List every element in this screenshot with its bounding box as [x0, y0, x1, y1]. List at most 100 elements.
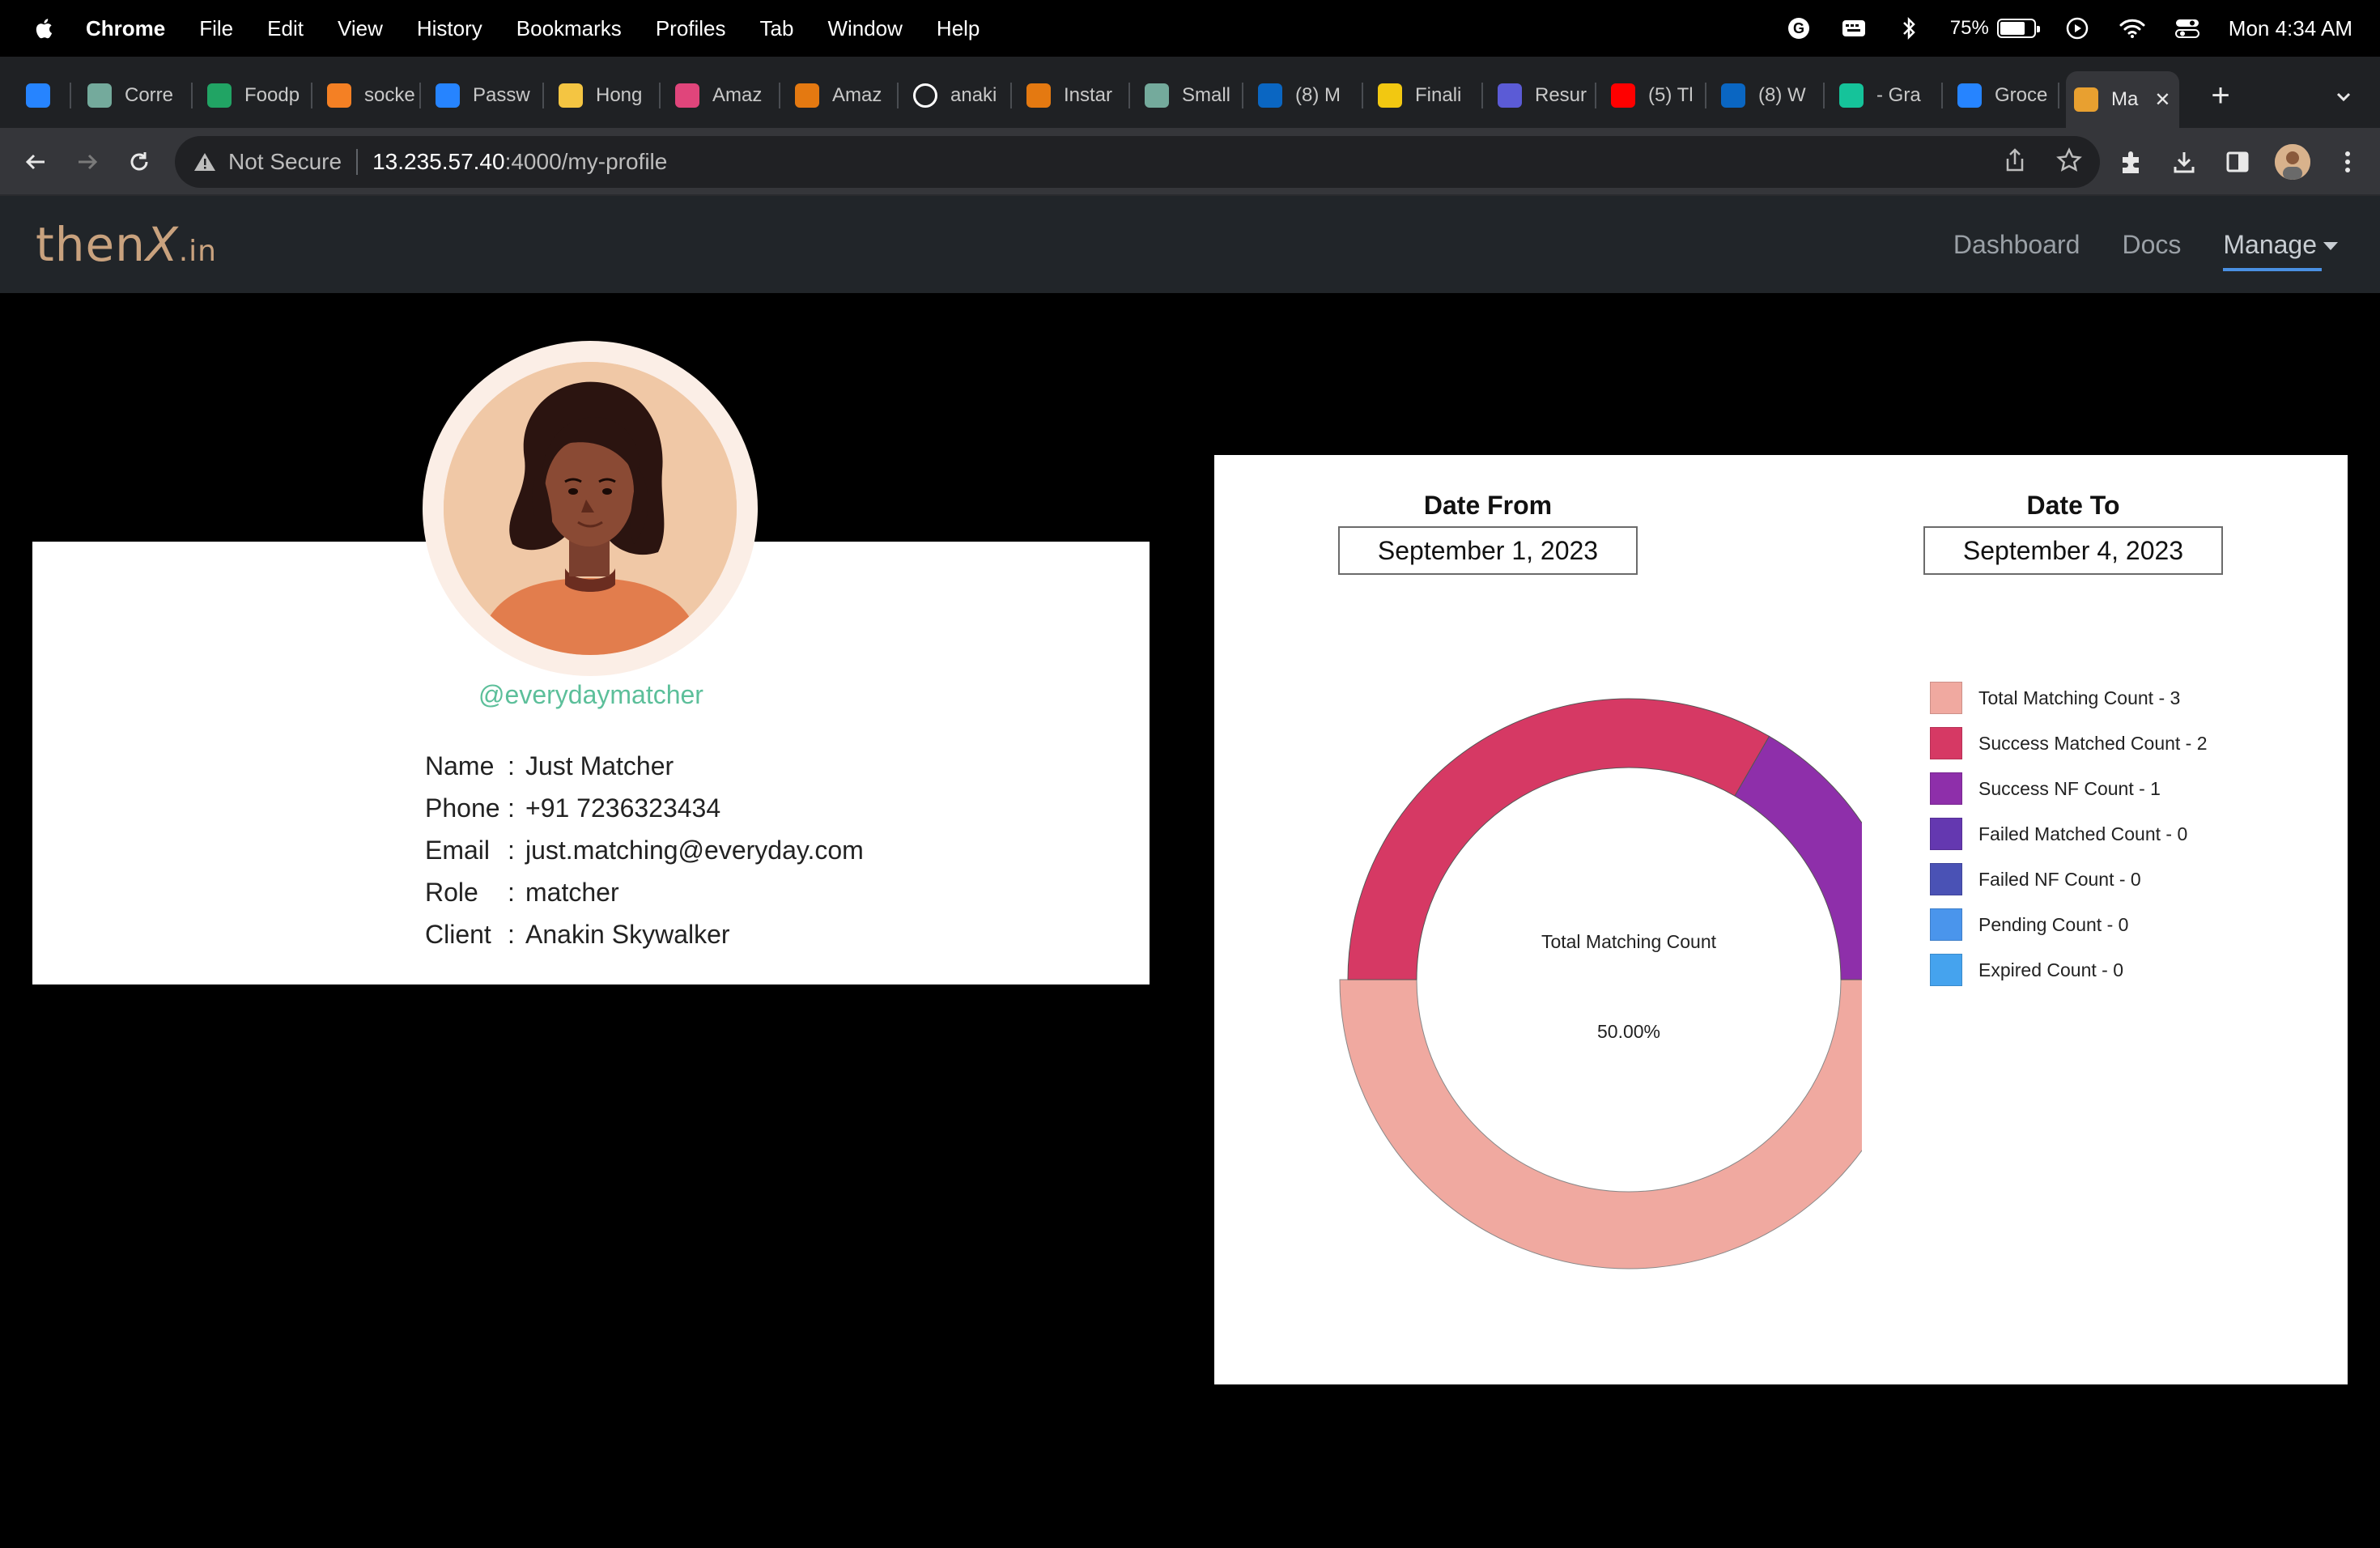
side-panel-icon[interactable]: [2221, 146, 2254, 178]
menu-profiles[interactable]: Profiles: [656, 16, 726, 41]
tab-active[interactable]: Ma ✕: [2066, 71, 2179, 128]
profile-avatar-icon[interactable]: [2275, 144, 2310, 180]
confluence-icon: [436, 83, 460, 108]
menu-bookmarks[interactable]: Bookmarks: [516, 16, 622, 41]
forward-button[interactable]: [70, 144, 105, 180]
tab-separator: [542, 83, 544, 108]
tab[interactable]: Amaz: [667, 71, 780, 120]
tab-title: Foodp: [244, 84, 300, 106]
chart-center-label: Total Matching Count: [1541, 931, 1717, 952]
field-separator: :: [508, 751, 515, 780]
legend-swatch: [1930, 727, 1962, 759]
menu-app-name[interactable]: Chrome: [86, 16, 165, 41]
tab-title: Groce: [1995, 84, 2048, 106]
tab[interactable]: Hong: [550, 71, 661, 120]
jira-icon: [26, 83, 50, 108]
tab-separator: [1705, 83, 1706, 108]
close-tab-icon[interactable]: ✕: [2154, 88, 2170, 112]
bookmark-star-icon[interactable]: [2056, 147, 2082, 173]
profile-row-role: Role: matcher: [425, 871, 864, 913]
tab-title: (5) Tl: [1648, 84, 1694, 106]
tab[interactable]: [18, 71, 71, 120]
tab[interactable]: - Gra: [1831, 71, 1943, 120]
legend-item[interactable]: Failed NF Count - 0: [1930, 857, 2208, 902]
now-playing-icon[interactable]: [2063, 16, 2091, 40]
legend-item[interactable]: Success NF Count - 1: [1930, 766, 2208, 811]
legend-item[interactable]: Expired Count - 0: [1930, 947, 2208, 993]
legend-item[interactable]: Total Matching Count - 3: [1930, 675, 2208, 721]
doughnut-slice-2[interactable]: [1734, 735, 1862, 980]
menu-help[interactable]: Help: [937, 16, 980, 41]
menu-window[interactable]: Window: [827, 16, 902, 41]
menubar-clock[interactable]: Mon 4:34 AM: [2229, 16, 2352, 41]
tab[interactable]: anaki: [905, 71, 1012, 120]
date-to-input[interactable]: September 4, 2023: [1923, 526, 2223, 575]
nav-manage-dropdown[interactable]: Manage: [2223, 230, 2338, 271]
tab[interactable]: Amaz: [787, 71, 899, 120]
tab[interactable]: Resur: [1490, 71, 1596, 120]
tab[interactable]: Groce: [1949, 71, 2059, 120]
profile-row-name: Name: Just Matcher: [425, 745, 864, 787]
chrome-menu-icon[interactable]: [2331, 146, 2364, 178]
menu-view[interactable]: View: [338, 16, 383, 41]
resume-icon: [1498, 83, 1522, 108]
menu-history[interactable]: History: [417, 16, 482, 41]
grammarly-status-icon[interactable]: G: [1785, 16, 1813, 40]
tab-separator: [191, 83, 193, 108]
tab[interactable]: Instar: [1018, 71, 1130, 120]
tab[interactable]: Foodp: [199, 71, 312, 120]
browser-tab-strip: + Corre Foodp socke Passw Hong Amaz Amaz anaki I…: [0, 57, 2380, 128]
tab[interactable]: (5) Tl: [1603, 71, 1706, 120]
legend-item[interactable]: Success Matched Count - 2: [1930, 721, 2208, 766]
browser-toolbar: Not Secure 13.235.57.40:4000/my-profile: [0, 128, 2380, 196]
warning-icon[interactable]: [193, 151, 217, 173]
field-separator: :: [508, 793, 515, 823]
tab-search-chevron-icon[interactable]: [2331, 84, 2356, 108]
menu-edit[interactable]: Edit: [267, 16, 304, 41]
wifi-icon[interactable]: [2119, 16, 2146, 40]
tab[interactable]: Passw: [427, 71, 544, 120]
new-tab-button[interactable]: +: [2200, 76, 2241, 117]
nav-docs[interactable]: Docs: [2122, 230, 2181, 260]
bluetooth-icon[interactable]: [1895, 16, 1923, 40]
menu-file[interactable]: File: [199, 16, 233, 41]
not-secure-label[interactable]: Not Secure: [228, 149, 342, 175]
tab[interactable]: (8) M: [1250, 71, 1363, 120]
tab-title: - Gra: [1876, 84, 1921, 106]
field-label: Name: [425, 751, 495, 780]
legend-label: Expired Count - 0: [1978, 959, 2123, 980]
confluence-icon: [1957, 83, 1982, 108]
tab[interactable]: (8) W: [1713, 71, 1825, 120]
battery-percent: 75%: [1949, 17, 1989, 39]
legend-label: Success NF Count - 1: [1978, 777, 2161, 799]
address-bar[interactable]: Not Secure 13.235.57.40:4000/my-profile: [175, 136, 2100, 188]
tab-separator: [897, 83, 899, 108]
menu-tab[interactable]: Tab: [760, 16, 794, 41]
download-icon[interactable]: [2168, 146, 2200, 178]
extensions-icon[interactable]: [2114, 146, 2147, 178]
tab[interactable]: Finali: [1370, 71, 1483, 120]
youtube-icon: [1611, 83, 1635, 108]
battery-indicator[interactable]: 75%: [1949, 17, 2040, 40]
tab-title: Passw: [473, 84, 530, 106]
tab[interactable]: socke: [319, 71, 421, 120]
reload-button[interactable]: [121, 144, 157, 180]
field-value: just.matching@everyday.com: [525, 836, 864, 865]
apple-icon[interactable]: [32, 16, 53, 40]
legend-item[interactable]: Pending Count - 0: [1930, 902, 2208, 947]
share-icon[interactable]: [2003, 147, 2027, 173]
logo-suffix: .in: [178, 235, 217, 268]
thenx-logo[interactable]: thenX.in: [36, 217, 217, 272]
tab[interactable]: Small: [1137, 71, 1243, 120]
legend-swatch: [1930, 954, 1962, 986]
tab[interactable]: Corre: [79, 71, 193, 120]
control-center-icon[interactable]: [2174, 16, 2201, 40]
legend-swatch: [1930, 818, 1962, 850]
grammarly-icon: [1839, 83, 1864, 108]
url-host: 13.235.57.40: [372, 149, 505, 174]
tab-separator: [311, 83, 312, 108]
back-button[interactable]: [18, 144, 53, 180]
legend-item[interactable]: Failed Matched Count - 0: [1930, 811, 2208, 857]
nav-dashboard[interactable]: Dashboard: [1953, 230, 2080, 260]
keyboard-status-icon[interactable]: [1840, 16, 1868, 40]
